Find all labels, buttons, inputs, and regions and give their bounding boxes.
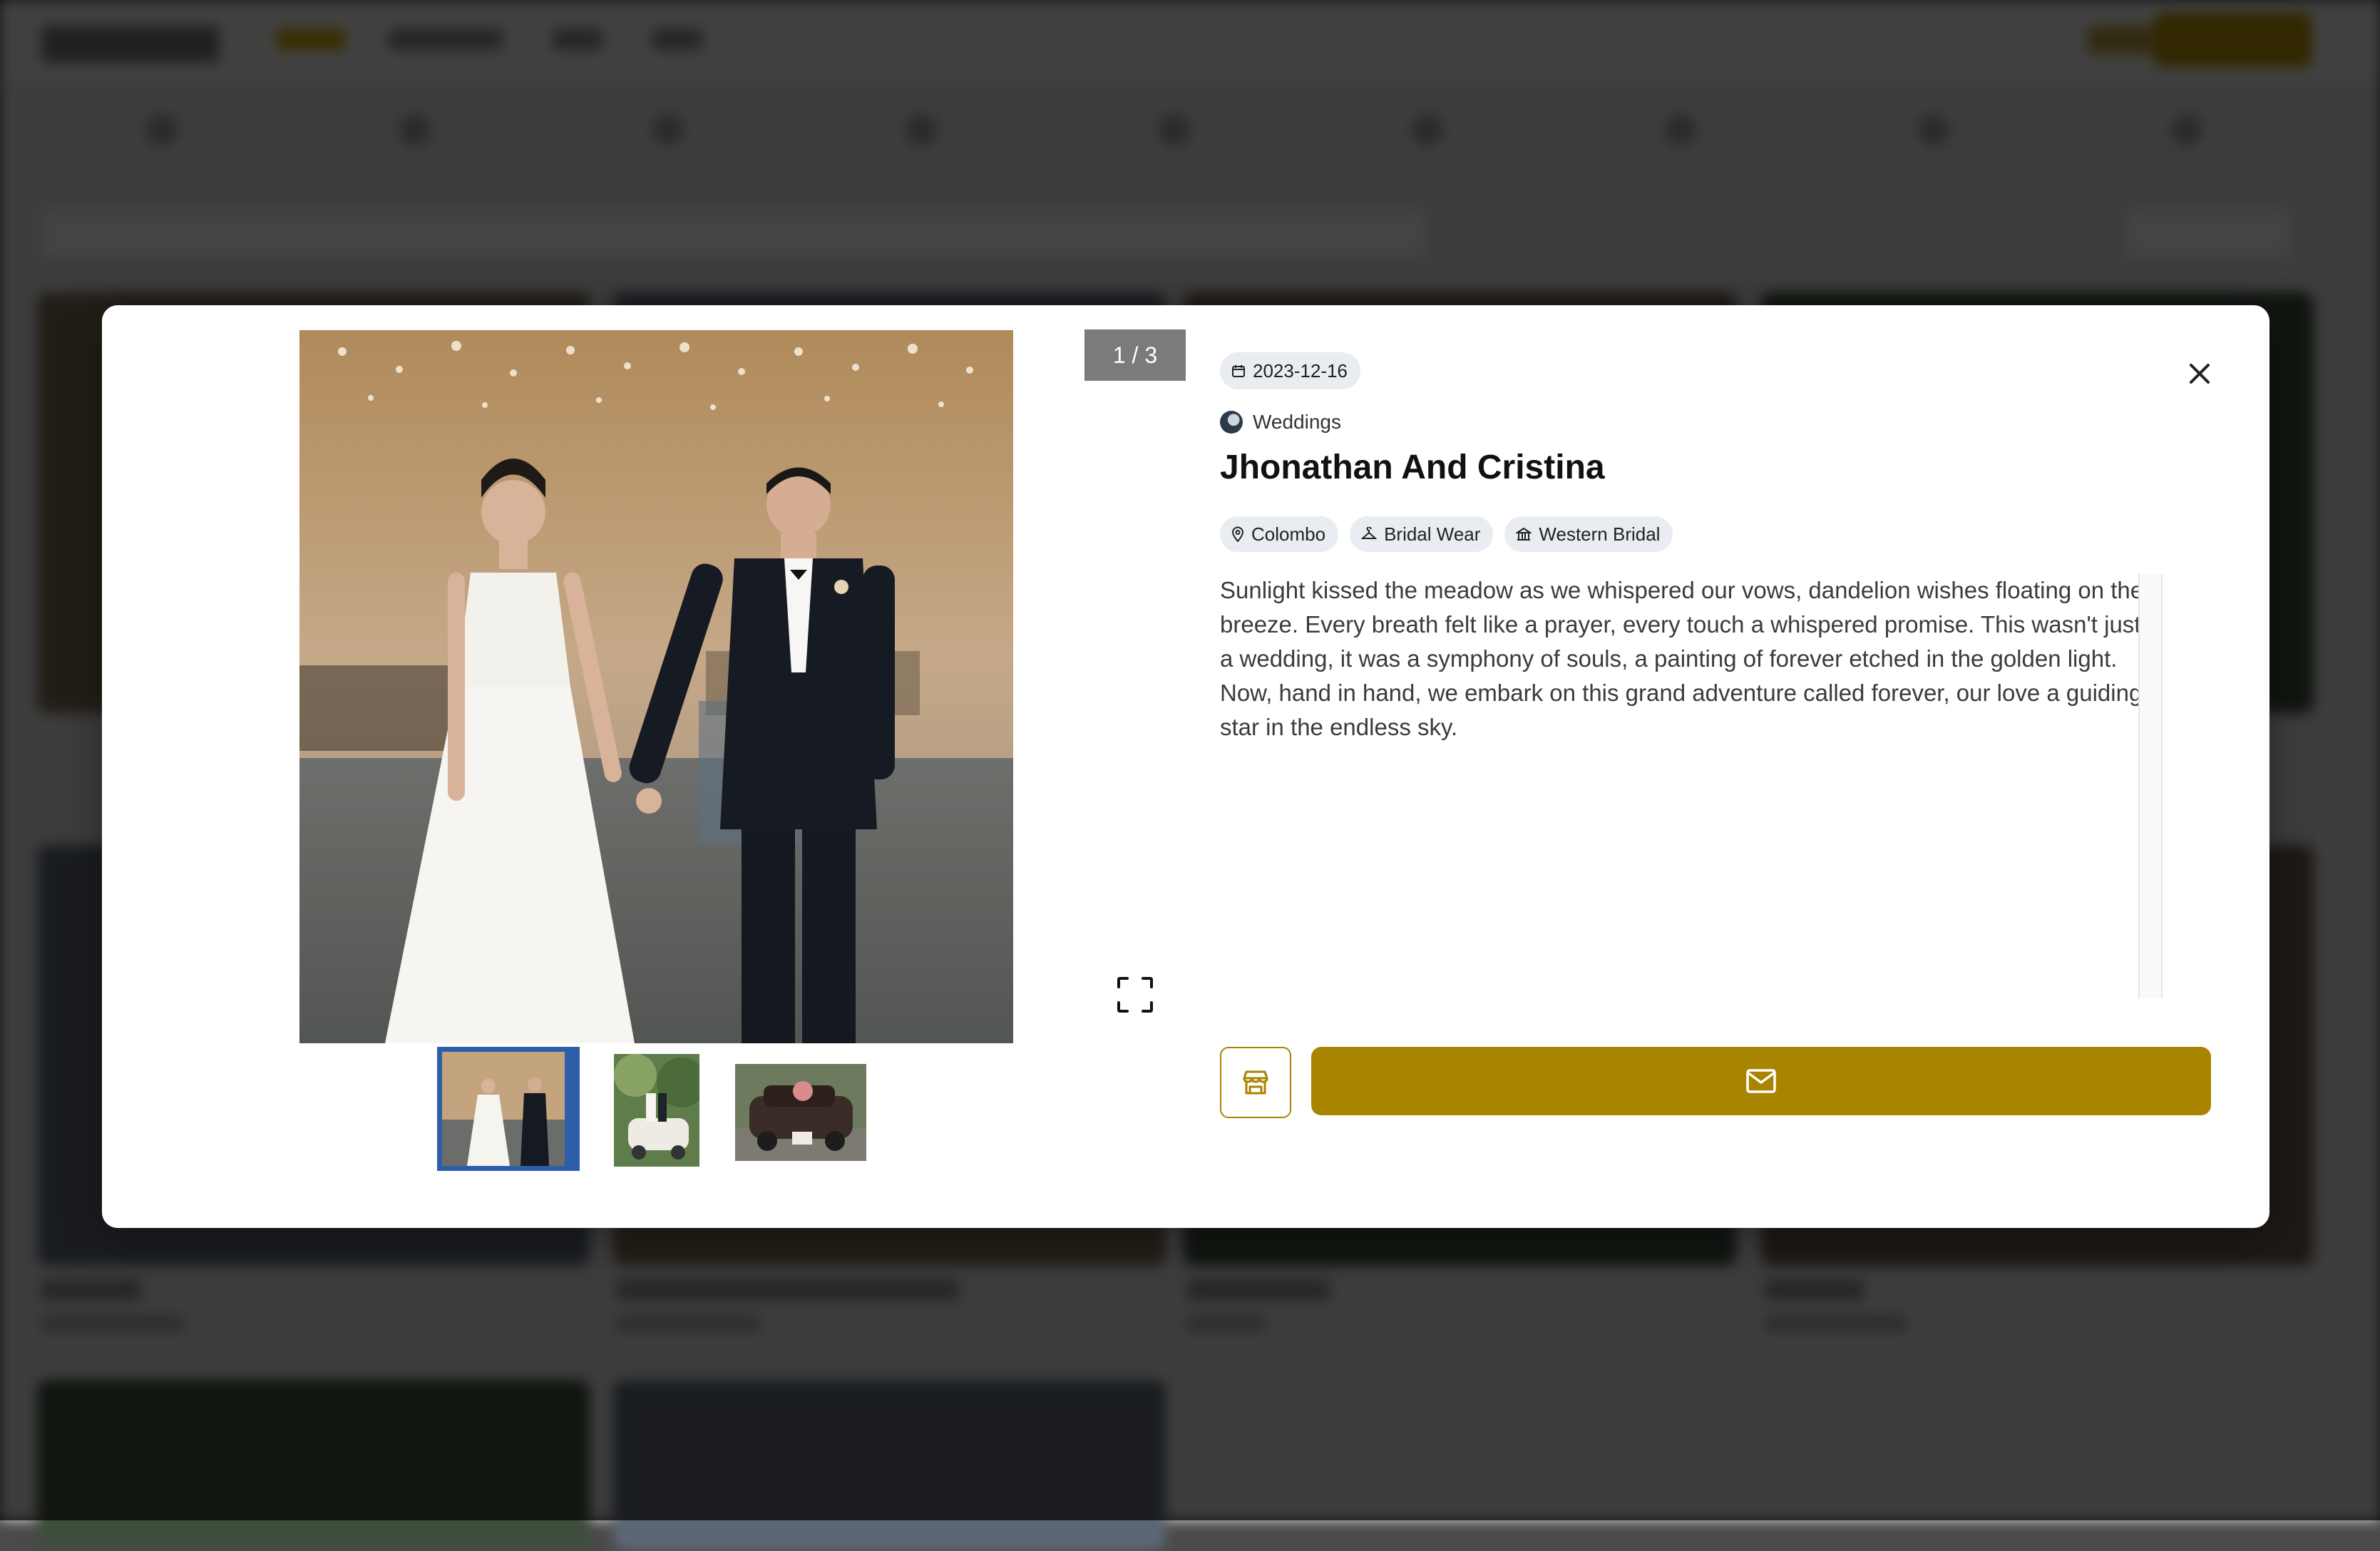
hanger-icon <box>1361 527 1378 539</box>
image-counter: 1 / 3 <box>1084 329 1186 381</box>
description-scroll-area[interactable]: Sunlight kissed the meadow as we whisper… <box>1220 573 2163 998</box>
tag-label: Colombo <box>1251 523 1326 545</box>
thumbnail-3[interactable] <box>735 1064 866 1161</box>
building-icon <box>1516 527 1532 541</box>
thumbnail-2[interactable] <box>614 1054 699 1167</box>
main-photo[interactable] <box>299 330 1013 1043</box>
category-avatar <box>1220 411 1243 434</box>
post-description: Sunlight kissed the meadow as we whisper… <box>1220 577 2144 740</box>
tag-label: Western Bridal <box>1539 523 1661 545</box>
post-title: Jhonathan And Cristina <box>1220 449 1605 486</box>
post-date: 2023-12-16 <box>1253 359 1348 382</box>
tag-label: Bridal Wear <box>1384 523 1481 545</box>
close-icon[interactable] <box>2185 359 2214 388</box>
tag-location[interactable]: Colombo <box>1220 516 1339 552</box>
store-button[interactable] <box>1220 1047 1291 1118</box>
fullscreen-icon[interactable] <box>1116 976 1154 1014</box>
contact-email-button[interactable] <box>1311 1047 2211 1115</box>
main-photo-image <box>299 330 1013 1043</box>
category-name: Weddings <box>1253 411 1342 433</box>
post-modal: 1 / 3 2023-12-16 Weddings Jhonathan And … <box>102 305 2269 1228</box>
mail-icon <box>1746 1069 1776 1093</box>
tag-western-bridal[interactable]: Western Bridal <box>1504 516 1673 552</box>
scrollbar[interactable] <box>2138 573 2163 998</box>
tag-list: Colombo Bridal Wear Western Bridal <box>1220 516 1673 552</box>
calendar-icon <box>1232 365 1245 377</box>
thumbnail-image <box>735 1064 866 1161</box>
store-icon <box>1243 1070 1268 1095</box>
date-badge: 2023-12-16 <box>1220 352 1360 389</box>
tag-bridal-wear[interactable]: Bridal Wear <box>1350 516 1494 552</box>
category-label[interactable]: Weddings <box>1220 411 1341 434</box>
thumbnail-image <box>442 1052 575 1166</box>
location-pin-icon <box>1231 526 1244 542</box>
thumbnail-image <box>614 1054 699 1167</box>
thumbnail-1[interactable] <box>437 1047 580 1171</box>
